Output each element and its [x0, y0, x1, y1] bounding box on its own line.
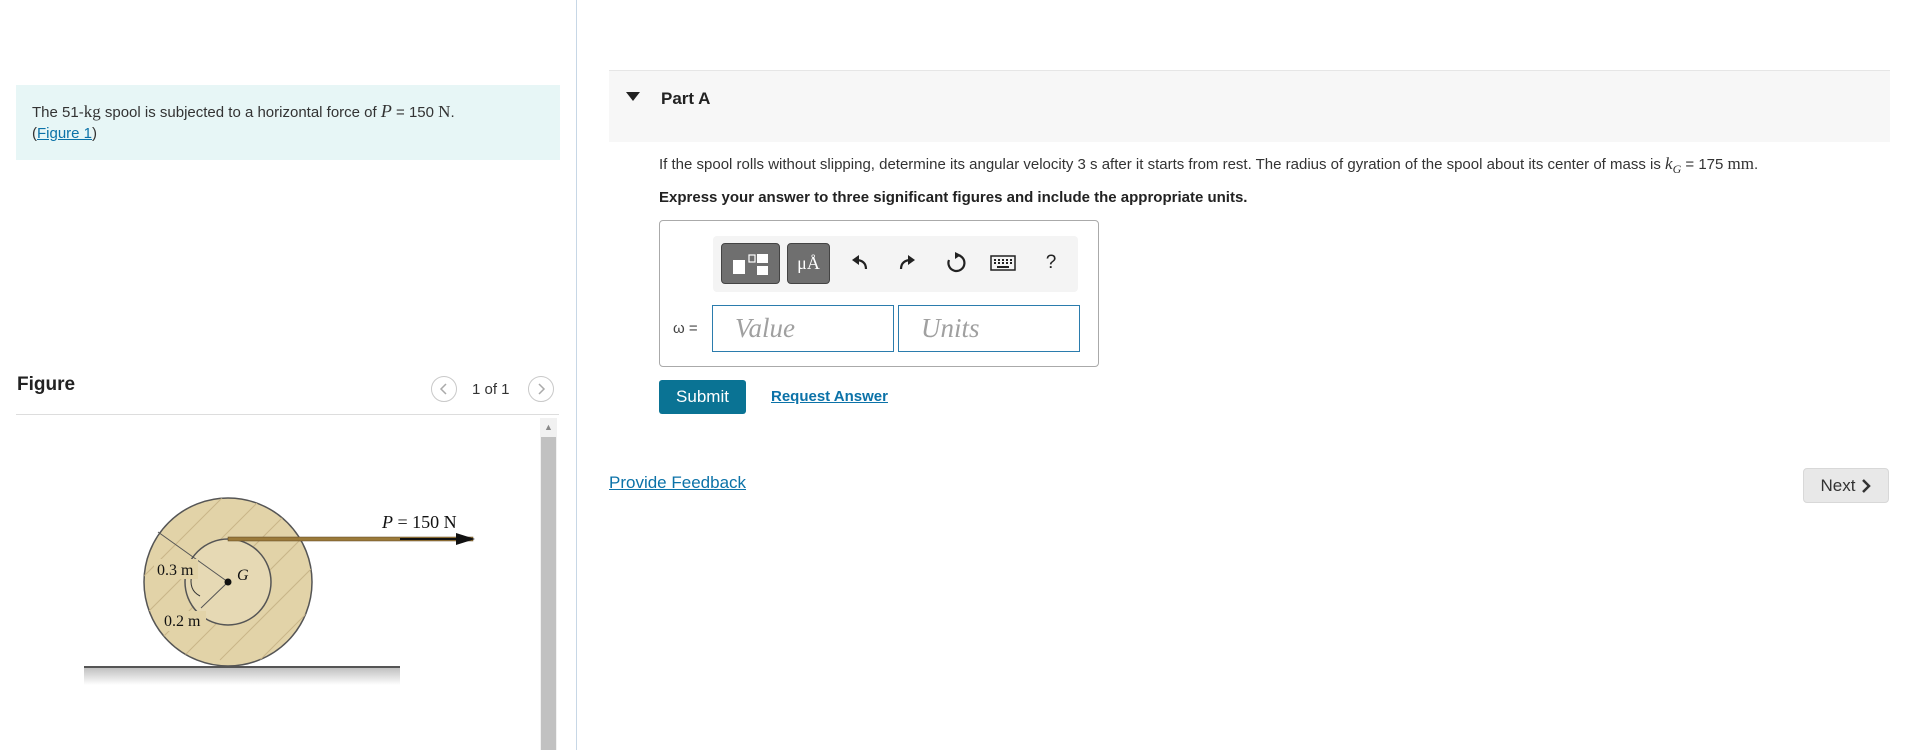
- force-equation: = 150: [391, 104, 439, 121]
- figure-link[interactable]: Figure 1: [37, 125, 92, 142]
- center-label: G: [237, 567, 249, 584]
- problem-text-mid: spool is subjected to a horizontal force…: [100, 104, 381, 121]
- mass-unit: kg: [83, 102, 101, 121]
- problem-text-end: .: [450, 104, 455, 121]
- spool-figure: P = 150 N G 0.3 m 0.2 m: [84, 497, 475, 685]
- problem-text-pre: The 51-: [32, 104, 84, 121]
- units-input[interactable]: [919, 312, 1079, 345]
- figure-counter: 1 of 1: [472, 381, 510, 398]
- provide-feedback-link[interactable]: Provide Feedback: [609, 473, 746, 493]
- figure-title: Figure: [17, 374, 76, 395]
- pane-divider: [576, 0, 577, 750]
- collapse-caret-icon[interactable]: [626, 92, 640, 101]
- question-pre: If the spool rolls without slipping, det…: [659, 156, 1666, 173]
- next-label: Next: [1820, 475, 1856, 495]
- question-text: If the spool rolls without slipping, det…: [659, 154, 1758, 177]
- undo-button[interactable]: [846, 249, 874, 277]
- value-input[interactable]: [733, 312, 893, 345]
- outer-radius-label: 0.3 m: [157, 562, 194, 579]
- submit-button[interactable]: Submit: [659, 380, 746, 414]
- answer-label: ω =: [673, 320, 698, 337]
- figure-next-button[interactable]: [528, 376, 554, 402]
- chevron-left-icon: [439, 383, 447, 395]
- reset-button[interactable]: [942, 249, 970, 277]
- figure-prev-button[interactable]: [431, 376, 457, 402]
- units-field[interactable]: [898, 305, 1080, 352]
- figure-link-close: ): [92, 125, 98, 142]
- request-answer-link[interactable]: Request Answer: [771, 388, 888, 405]
- redo-icon: [899, 255, 915, 270]
- force-label: P = 150 N: [381, 512, 457, 532]
- inner-radius-label: 0.2 m: [164, 613, 201, 630]
- units-button[interactable]: μÅ: [787, 243, 830, 284]
- force-arrow-head: [456, 533, 475, 545]
- figure-rule: [16, 414, 559, 415]
- ground-shadow: [84, 667, 400, 685]
- chevron-right-icon: [1862, 478, 1872, 493]
- part-a-header[interactable]: [609, 70, 1890, 142]
- templates-icon: [733, 254, 768, 275]
- instruction-text: Express your answer to three significant…: [659, 189, 1248, 206]
- keyboard-icon: [990, 255, 1016, 271]
- k-variable: k: [1665, 154, 1673, 173]
- next-button[interactable]: Next: [1803, 468, 1889, 503]
- chevron-right-icon: [538, 383, 546, 395]
- undo-icon: [852, 255, 868, 270]
- help-button[interactable]: ?: [1037, 249, 1065, 277]
- problem-statement: The 51-kg spool is subjected to a horizo…: [16, 85, 560, 160]
- redo-button[interactable]: [893, 249, 921, 277]
- scroll-up-arrow-icon[interactable]: ▲: [540, 418, 557, 435]
- force-label-var: P: [381, 512, 393, 532]
- force-label-rest: = 150 N: [393, 512, 457, 532]
- templates-button[interactable]: [721, 243, 780, 284]
- center-point: [224, 578, 232, 586]
- value-field[interactable]: [712, 305, 894, 352]
- k-unit: mm: [1727, 154, 1754, 173]
- keyboard-button[interactable]: [989, 249, 1017, 277]
- part-a-title: Part A: [661, 89, 711, 108]
- k-end: .: [1754, 156, 1759, 173]
- k-equation: = 175: [1681, 156, 1728, 173]
- force-unit: N: [438, 102, 451, 121]
- force-variable: P: [380, 101, 392, 121]
- k-subscript: G: [1672, 162, 1682, 176]
- figure-scrollbar-thumb[interactable]: [541, 437, 556, 750]
- reset-icon: [947, 252, 966, 273]
